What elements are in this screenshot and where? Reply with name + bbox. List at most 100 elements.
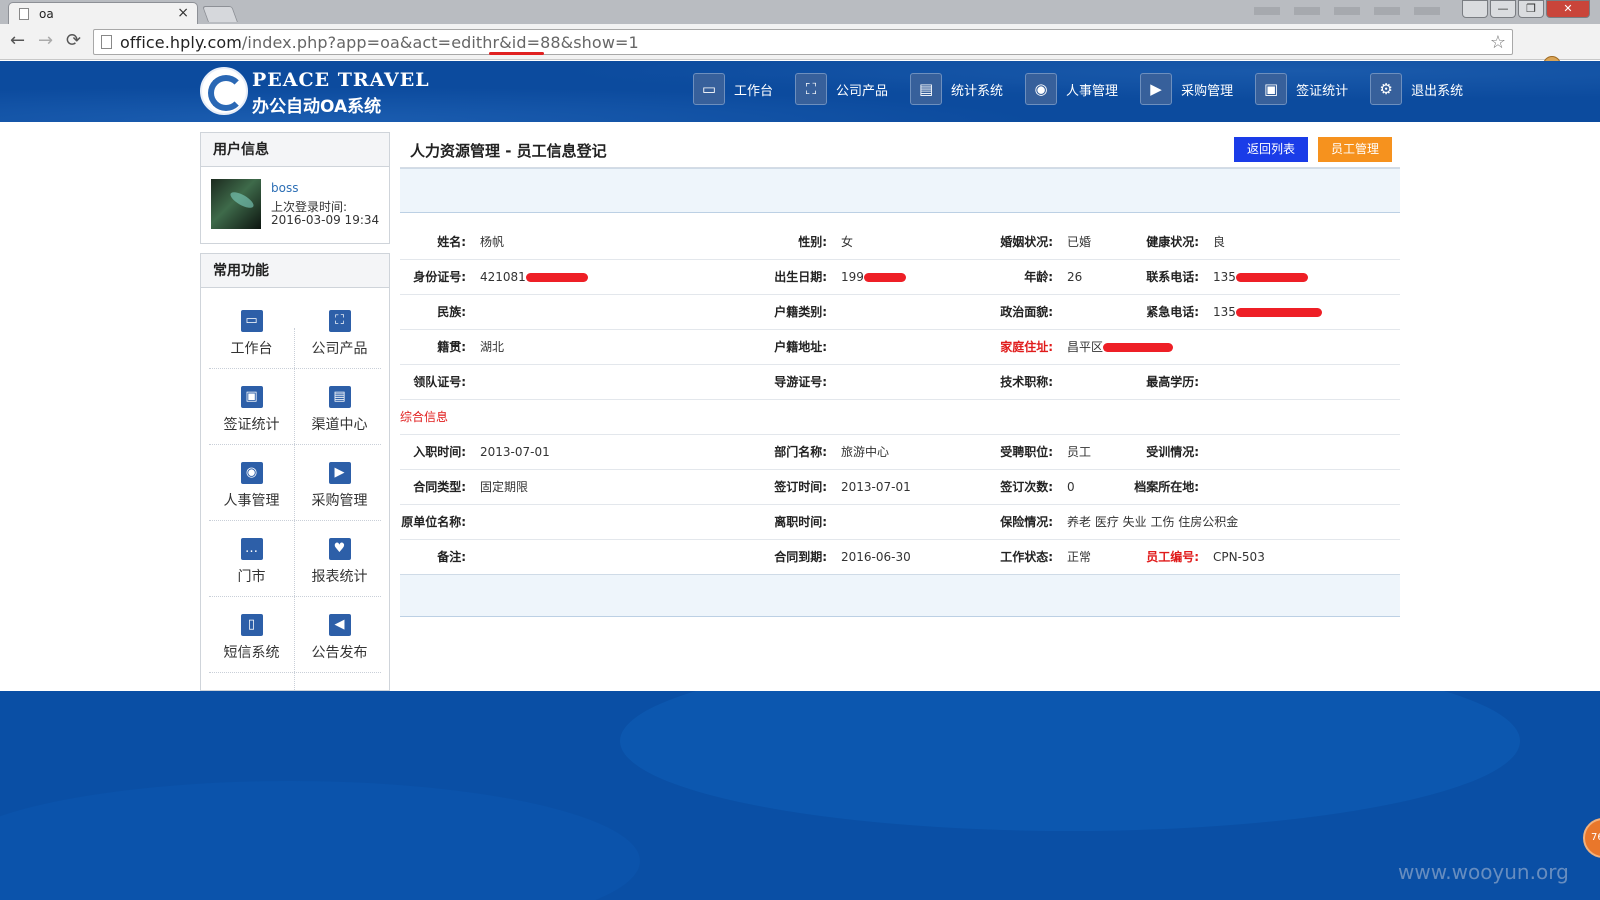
field-label: 领队证号: [400, 364, 476, 400]
nav-item[interactable]: ⚙ 退出系统 [1370, 71, 1477, 107]
function-item[interactable]: ▭ 工作台 [209, 292, 294, 368]
site-header: PEACE TRAVEL 办公自动OA系统 ▭ 工作台 ⛶ 公司产品 ▤ 统计系统 ◉ 人事管… [0, 61, 1600, 122]
table-row: 民族: 户籍类别: 政治面貌: 紧急电话: 135 [400, 294, 1400, 330]
nav-item-label: 退出系统 [1411, 83, 1464, 99]
field-value [476, 504, 761, 540]
nav-item-label: 签证统计 [1296, 83, 1349, 99]
function-item[interactable]: ▤ 渠道中心 [297, 368, 382, 444]
form-header-band [400, 168, 1400, 213]
function-item[interactable]: ◉ 人事管理 [209, 444, 294, 520]
back-to-list-button[interactable]: 返回列表 [1234, 137, 1308, 162]
profile-button[interactable] [1462, 0, 1488, 18]
field-label: 技术职称: [987, 364, 1063, 400]
section-row: 综合信息 [400, 399, 1400, 435]
back-arrow-icon[interactable]: ← [10, 30, 25, 51]
maximize-button[interactable]: ❐ [1518, 0, 1544, 18]
field-value: 421081 [476, 259, 761, 295]
bookmark-star-icon[interactable]: ☆ [1490, 32, 1506, 53]
field-label: 离职时间: [761, 504, 837, 540]
card-icon: ▣ [240, 386, 263, 408]
field-value-text: 昌平区 [1067, 340, 1104, 354]
function-item[interactable]: … 门市 [209, 520, 294, 596]
browser-tab[interactable]: oa × [8, 2, 198, 24]
field-value [1209, 434, 1400, 470]
field-value [1209, 364, 1400, 400]
field-value [837, 294, 987, 330]
field-value-text: 湖北 [480, 340, 505, 354]
card-icon: ▣ [1255, 73, 1288, 105]
nav-item[interactable]: ⛶ 公司产品 [795, 71, 902, 107]
avatar [211, 179, 261, 229]
close-window-button[interactable]: ✕ [1546, 0, 1590, 18]
field-value-text: CPN-503 [1213, 549, 1265, 564]
field-label: 工作状态: [987, 539, 1063, 575]
address-bar[interactable]: office.hply.com/index.php?app=oa&act=edi… [93, 29, 1513, 55]
function-item[interactable]: ⛶ 公司产品 [297, 292, 382, 368]
company-logo[interactable] [200, 67, 248, 115]
function-item[interactable]: ▶ 采购管理 [297, 444, 382, 520]
field-label: 部门名称: [761, 434, 837, 470]
field-value-text: 旅游中心 [841, 445, 890, 459]
field-label: 身份证号: [400, 259, 476, 295]
field-value: 固定期限 [476, 469, 761, 505]
red-underline-mark [489, 52, 544, 55]
media-icon: ▶ [1140, 73, 1173, 105]
redaction-mark [863, 272, 906, 282]
field-value-text: 女 [841, 234, 854, 249]
field-value-text: 已婚 [1067, 234, 1092, 249]
forward-arrow-icon[interactable]: → [38, 30, 53, 51]
tab-title: oa [39, 7, 54, 21]
field-value-text: 正常 [1067, 550, 1092, 564]
field-value: 养老 医疗 失业 工伤 住房公积金 [1063, 504, 1400, 540]
nav-item-label: 采购管理 [1181, 83, 1234, 99]
form-footer-band [400, 574, 1400, 617]
field-value: 正常 [1063, 539, 1133, 575]
tab-close-icon[interactable]: × [177, 5, 189, 21]
new-tab-button[interactable] [202, 6, 238, 22]
field-label: 受聘职位: [987, 434, 1063, 470]
page-footer [0, 691, 1600, 900]
field-label: 籍贯: [400, 329, 476, 365]
employee-management-button[interactable]: 员工管理 [1318, 137, 1392, 162]
nav-item[interactable]: ▶ 采购管理 [1140, 71, 1247, 107]
field-value-text: 杨帆 [480, 234, 505, 249]
function-item[interactable]: ▯ 短信系统 [209, 596, 294, 672]
field-value: 2013-07-01 [476, 434, 761, 470]
heart-icon: ♥ [328, 538, 351, 560]
field-label: 姓名: [400, 224, 476, 260]
field-value [837, 364, 987, 400]
field-value: 女 [837, 224, 987, 260]
nav-item[interactable]: ◉ 人事管理 [1025, 71, 1132, 107]
nav-item[interactable]: ▤ 统计系统 [910, 71, 1017, 107]
field-value: 2013-07-01 [837, 469, 987, 505]
function-item[interactable]: ▣ 签证统计 [209, 368, 294, 444]
table-row: 身份证号: 421081 出生日期: 199 年龄: 26 联系电话: 135 [400, 259, 1400, 295]
field-value-text: 2013-07-01 [841, 479, 911, 494]
field-label: 原单位名称: [400, 504, 476, 540]
username-link[interactable]: boss [271, 181, 298, 195]
field-value [1209, 469, 1400, 505]
field-label: 备注: [400, 539, 476, 575]
brand-name-en: PEACE TRAVEL [252, 69, 430, 91]
common-functions-heading: 常用功能 [201, 254, 389, 288]
minimize-button[interactable]: — [1490, 0, 1516, 18]
field-label: 紧急电话: [1133, 294, 1209, 330]
field-value: 0 [1063, 469, 1133, 505]
monitor-icon: ▭ [693, 73, 725, 105]
nav-item[interactable]: ▭ 工作台 [693, 71, 787, 107]
chart-board-icon: ▤ [910, 73, 943, 105]
function-item[interactable]: ◀ 公告发布 [297, 596, 382, 672]
field-value [1063, 364, 1133, 400]
reload-icon[interactable]: ⟳ [66, 30, 81, 51]
function-item[interactable]: ♥ 报表统计 [297, 520, 382, 596]
table-row: 备注: 合同到期: 2016-06-30 工作状态: 正常 员工编号: CPN-503 [400, 539, 1400, 575]
redaction-mark [525, 272, 588, 282]
nav-item[interactable]: ▣ 签证统计 [1255, 71, 1362, 107]
field-value [1063, 294, 1133, 330]
chart-board-icon: ▤ [328, 386, 351, 408]
field-value-text: 员工 [1067, 445, 1092, 459]
url-text[interactable]: office.hply.com/index.php?app=oa&act=edi… [120, 33, 639, 52]
field-value: 199 [837, 259, 987, 295]
field-label: 性别: [761, 224, 837, 260]
field-value: 昌平区 [1063, 329, 1400, 365]
